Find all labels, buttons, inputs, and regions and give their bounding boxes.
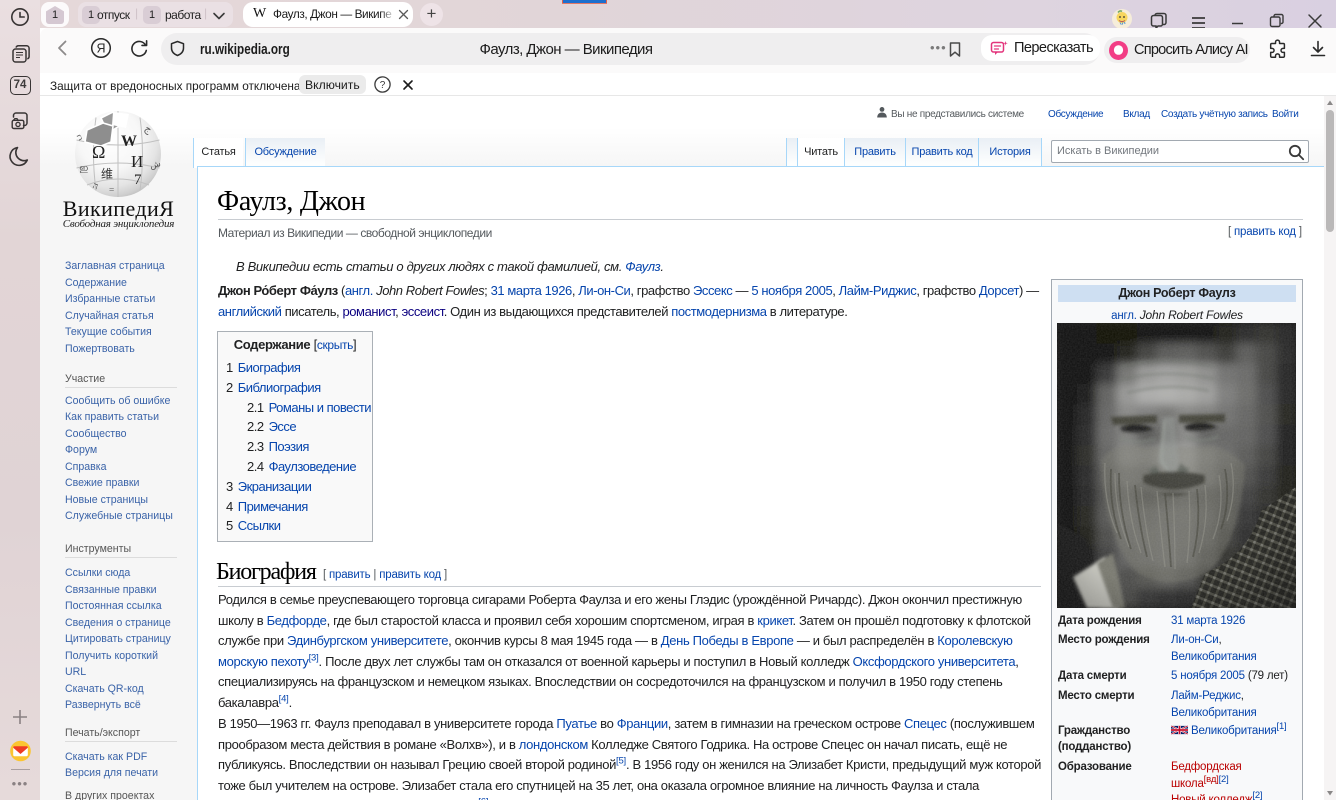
svg-text:ش: ش bbox=[149, 158, 162, 171]
svg-text:Ω: Ω bbox=[92, 142, 105, 162]
svg-text:᐀: ᐀ bbox=[109, 184, 114, 194]
svg-text:维: 维 bbox=[101, 167, 113, 181]
svg-text:W: W bbox=[121, 133, 137, 150]
svg-text:И: И bbox=[131, 152, 143, 171]
svg-text:7: 7 bbox=[134, 172, 142, 188]
svg-text:ഇ: ഇ bbox=[79, 163, 88, 173]
svg-text:Я: Я bbox=[96, 42, 105, 56]
svg-text:?: ? bbox=[380, 80, 386, 91]
